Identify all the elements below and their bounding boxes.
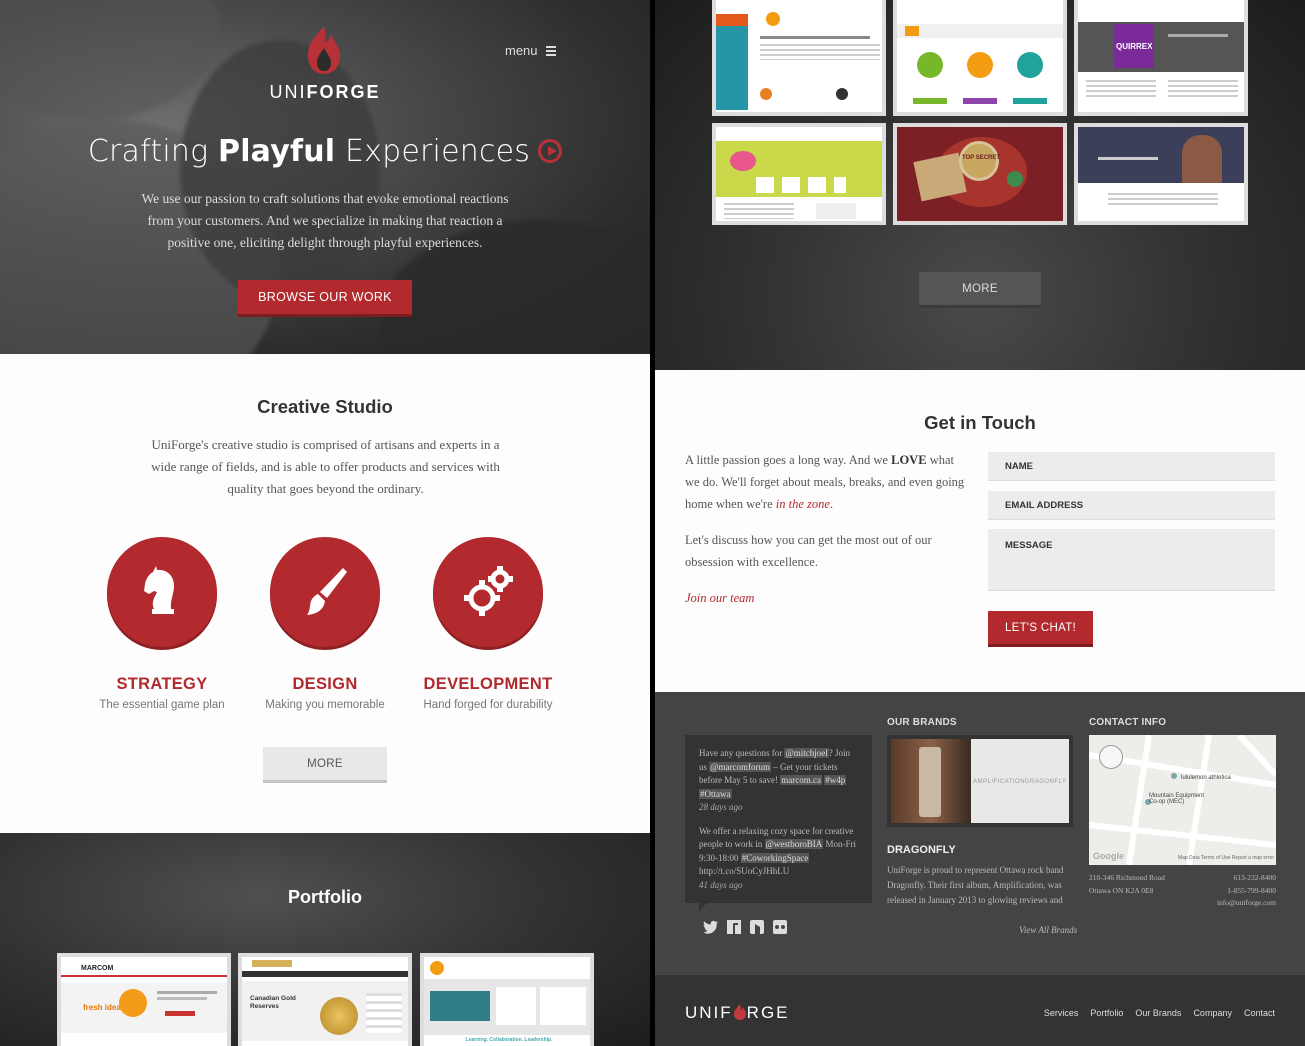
flame-icon [733, 1004, 746, 1020]
footer-nav-contact[interactable]: Contact [1244, 1008, 1275, 1018]
design-title: DESIGN [292, 675, 358, 693]
location-map[interactable]: lululemon athletica Mountain Equipment C… [1089, 735, 1276, 865]
footer-nav-services[interactable]: Services [1044, 1008, 1079, 1018]
portfolio-thumb-features[interactable] [893, 0, 1067, 116]
play-video-icon[interactable] [538, 139, 563, 163]
portfolio-thumb-learning[interactable]: Learning. Collaboration. Leadership. [420, 953, 594, 1046]
contact-info-title: CONTACT INFO [1089, 717, 1167, 728]
email-link[interactable]: info@uniforge.com [1175, 897, 1276, 910]
phone-email: 613-232-8400 1-855-799-8400 info@uniforg… [1175, 872, 1276, 910]
quirrex-text: QUIRREX [1116, 42, 1153, 51]
brand-name[interactable]: DRAGONFLY [887, 844, 956, 856]
lets-chat-button[interactable]: LET'S CHAT! [988, 611, 1093, 647]
development-title: DEVELOPMENT [423, 675, 553, 693]
portfolio-grid-section: QUIRREX TOP SECRET MORE [655, 0, 1305, 370]
email-input[interactable]: EMAIL ADDRESS [988, 491, 1275, 520]
design-subtitle: Making you memorable [265, 699, 385, 711]
get-in-touch-section: Get in Touch A little passion goes a lon… [655, 370, 1305, 692]
studio-more-button[interactable]: MORE [263, 747, 387, 783]
logo-suffix: FORGE [306, 82, 381, 102]
portfolio-section: Portfolio MARCOM fresh ideas Canadian Go… [0, 833, 650, 1046]
portfolio-thumb-marcom[interactable]: MARCOM fresh ideas [57, 953, 231, 1046]
footer-nav-our-brands[interactable]: Our Brands [1135, 1008, 1181, 1018]
paintbrush-icon [307, 568, 347, 615]
map-pan-control[interactable] [1099, 745, 1123, 769]
hamburger-icon [545, 45, 556, 56]
footer-logo[interactable]: UNIF RGE [685, 1003, 790, 1023]
address: 210-346 Richmond Road Ottawa ON K2A 0E8 [1089, 873, 1165, 895]
facebook-icon[interactable] [727, 920, 741, 934]
portfolio-thumb-gold[interactable]: Canadian Gold Reserves [238, 953, 412, 1046]
youtube-icon[interactable] [750, 920, 764, 938]
homepage-top-screenshot: UNIFORGE menu Crafting Playful Experienc… [0, 0, 650, 1046]
social-links [703, 920, 787, 938]
portfolio-thumb-top-secret[interactable]: TOP SECRET [893, 123, 1067, 225]
map-label-lululemon: lululemon athletica [1181, 775, 1231, 781]
portfolio-thumb-learning-program[interactable] [712, 0, 886, 116]
brand-description: UniForge is proud to represent Ottawa ro… [887, 865, 1064, 905]
gears-icon [464, 566, 513, 616]
map-label-mec: Mountain Equipment Co-op (MEC) [1149, 793, 1205, 805]
uniforge-logo[interactable]: UNIFORGE [250, 82, 400, 103]
tweet-1: Have any questions for @mitchjoel? Join … [699, 748, 851, 812]
footer-section: Have any questions for @mitchjoel? Join … [655, 692, 1305, 975]
tweet-2: We offer a relaxing cozy space for creat… [699, 825, 857, 890]
strategy-circle [107, 537, 217, 647]
browse-our-work-button[interactable]: BROWSE OUR WORK [238, 280, 412, 317]
message-textarea[interactable]: MESSAGE [988, 529, 1275, 591]
top-secret-stamp: TOP SECRET [961, 155, 1001, 161]
studio-description: UniForge's creative studio is comprised … [151, 437, 500, 496]
portfolio-thumb-quirrex[interactable]: QUIRREX [1074, 0, 1248, 116]
footer-nav-portfolio[interactable]: Portfolio [1090, 1008, 1123, 1018]
service-development[interactable]: DEVELOPMENT Hand forged for durability [408, 537, 568, 711]
portfolio-thumb-ideal-protein[interactable] [712, 123, 886, 225]
service-design[interactable]: DESIGN Making you memorable [245, 537, 405, 711]
our-brands-title: OUR BRANDS [887, 717, 957, 728]
menu-button[interactable]: menu [505, 43, 556, 58]
footer-nav: Services Portfolio Our Brands Company Co… [1044, 1008, 1275, 1018]
hero-description: We use our passion to craft solutions th… [141, 191, 509, 250]
view-all-brands-link[interactable]: View All Brands [1019, 925, 1077, 935]
chess-knight-icon [144, 566, 174, 614]
portfolio-more-button[interactable]: MORE [919, 272, 1041, 308]
touch-title: Get in Touch [924, 412, 1036, 433]
service-strategy[interactable]: STRATEGY The essential game plan [82, 537, 242, 711]
logo-prefix: UNI [269, 82, 307, 102]
strategy-subtitle: The essential game plan [99, 699, 225, 711]
marcom-logo-text: MARCOM [81, 965, 114, 972]
hero-section: UNIFORGE menu Crafting Playful Experienc… [0, 0, 650, 354]
footer-nav-company[interactable]: Company [1193, 1008, 1232, 1018]
twitter-feed: Have any questions for @mitchjoel? Join … [685, 735, 872, 911]
gold-reserves-heading: Canadian Gold Reserves [250, 995, 296, 1010]
hero-title: Crafting Playful Experiences [0, 134, 650, 169]
design-circle [270, 537, 380, 647]
twitter-icon[interactable] [703, 920, 718, 934]
brand-image-text: AMPLIFICATIONDRAGONFLY [973, 779, 1067, 785]
menu-label: menu [505, 43, 538, 58]
portfolio-title: Portfolio [288, 887, 362, 907]
flame-logo-icon[interactable] [302, 24, 346, 76]
name-input[interactable]: NAME [988, 452, 1275, 481]
google-logo: Google [1093, 851, 1124, 861]
homepage-bottom-screenshot: QUIRREX TOP SECRET MORE Get in Touch A l… [655, 0, 1305, 1046]
flickr-icon[interactable] [773, 920, 787, 934]
touch-paragraph-1: A little passion goes a long way. And we… [685, 453, 965, 511]
studio-title: Creative Studio [257, 396, 393, 417]
touch-paragraph-2: Let's discuss how you can get the most o… [685, 533, 932, 569]
brand-image-dragonfly[interactable]: AMPLIFICATIONDRAGONFLY [887, 735, 1073, 827]
creative-studio-section: Creative Studio UniForge's creative stud… [0, 354, 650, 833]
portfolio-thumb-women[interactable] [1074, 123, 1248, 225]
learning-tagline: Learning. Collaboration. Leadership. [465, 1037, 553, 1043]
join-our-team-link[interactable]: Join our team [685, 591, 754, 606]
development-subtitle: Hand forged for durability [423, 699, 553, 711]
strategy-title: STRATEGY [116, 675, 208, 693]
development-circle [433, 537, 543, 647]
map-credits[interactable]: Map Data Terms of Use Report a map error [1178, 855, 1274, 861]
bottom-bar: UNIF RGE Services Portfolio Our Brands Co… [655, 975, 1305, 1046]
